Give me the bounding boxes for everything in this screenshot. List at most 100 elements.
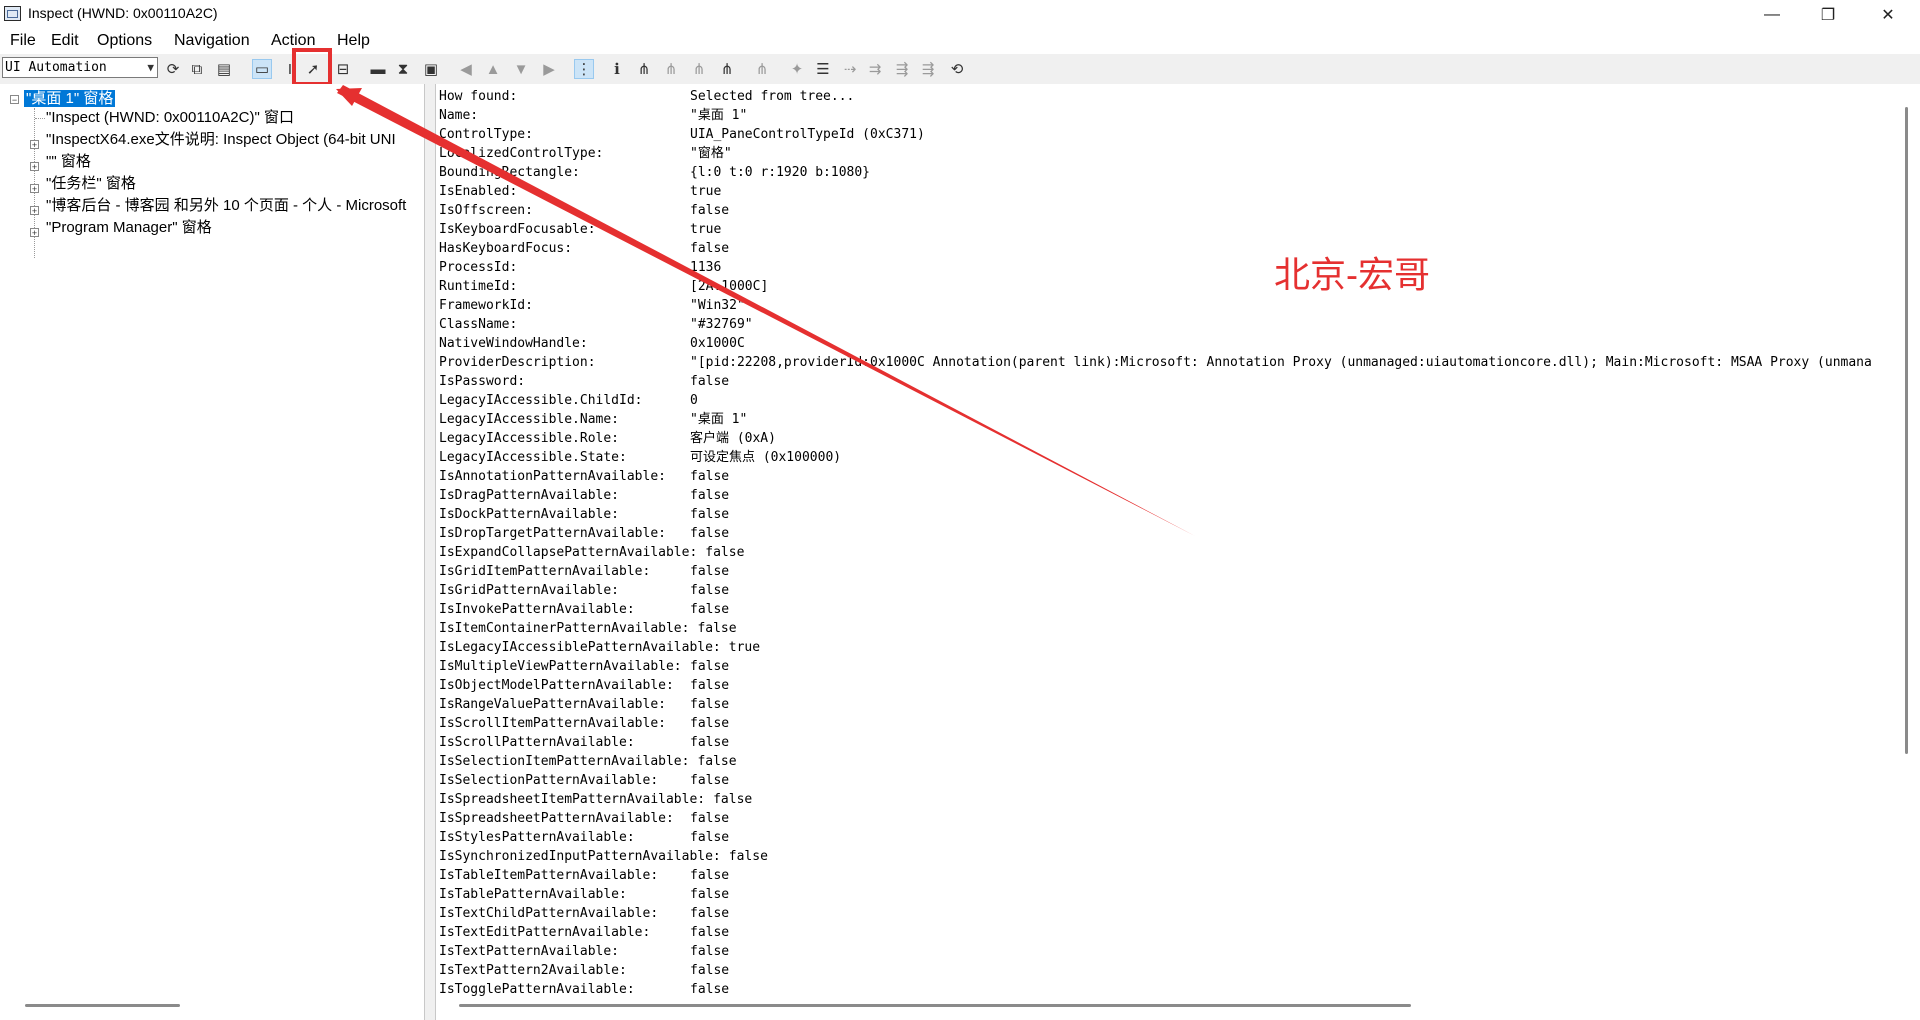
caret-tracking-icon[interactable]: ⇢ bbox=[840, 59, 860, 79]
property-row[interactable]: IsItemContainerPatternAvailable: false bbox=[439, 619, 737, 638]
property-row[interactable]: IsEnabled: true bbox=[439, 182, 721, 201]
expand-icon[interactable]: + bbox=[30, 228, 39, 238]
property-row[interactable]: RuntimeId: [2A.1000C] bbox=[439, 277, 768, 296]
caret-icon[interactable]: ▣ bbox=[421, 59, 441, 79]
property-row[interactable]: IsTablePatternAvailable: false bbox=[439, 885, 729, 904]
tree-node[interactable]: "Program Manager" 窗格 bbox=[46, 218, 212, 238]
property-row[interactable]: HasKeyboardFocus: false bbox=[439, 239, 729, 258]
rectangle-icon[interactable]: ▭ bbox=[252, 59, 272, 79]
property-row[interactable]: IsTextPatternAvailable: false bbox=[439, 942, 729, 961]
tree-node[interactable]: "Inspect (HWND: 0x00110A2C)" 窗口 bbox=[46, 108, 294, 128]
hourglass-icon[interactable]: ⧗ bbox=[393, 59, 413, 79]
expand-icon[interactable]: + bbox=[30, 206, 39, 216]
nav-back-icon[interactable]: ◀ bbox=[456, 59, 476, 79]
refresh-icon[interactable]: ⟳ bbox=[163, 59, 183, 79]
property-row[interactable]: IsLegacyIAccessiblePatternAvailable: true bbox=[439, 638, 760, 657]
property-row[interactable]: IsKeyboardFocusable: true bbox=[439, 220, 721, 239]
tree-horizontal-scrollbar[interactable] bbox=[25, 1004, 180, 1007]
property-row[interactable]: How found: Selected from tree... bbox=[439, 87, 854, 106]
property-row[interactable]: IsSelectionPatternAvailable: false bbox=[439, 771, 729, 790]
properties-vertical-scrollbar[interactable] bbox=[1905, 107, 1908, 754]
tree-node[interactable]: "任务栏" 窗格 bbox=[46, 174, 136, 194]
menu-navigation[interactable]: Navigation bbox=[174, 32, 250, 50]
property-row[interactable]: FrameworkId: "Win32" bbox=[439, 296, 745, 315]
expand-icon[interactable]: + bbox=[30, 162, 39, 172]
property-row[interactable]: IsTextPattern2Available: false bbox=[439, 961, 729, 980]
property-row[interactable]: IsGridItemPatternAvailable: false bbox=[439, 562, 729, 581]
property-row[interactable]: IsAnnotationPatternAvailable: false bbox=[439, 467, 729, 486]
property-row[interactable]: IsDockPatternAvailable: false bbox=[439, 505, 729, 524]
property-row[interactable]: IsTextChildPatternAvailable: false bbox=[439, 904, 729, 923]
property-row[interactable]: Name: "桌面 1" bbox=[439, 106, 747, 125]
properties-horizontal-scrollbar[interactable] bbox=[459, 1004, 1411, 1007]
property-row[interactable]: IsMultipleViewPatternAvailable: false bbox=[439, 657, 729, 676]
refresh-tree-icon[interactable]: ⟲ bbox=[947, 59, 967, 79]
property-row[interactable]: LegacyIAccessible.Name: "桌面 1" bbox=[439, 410, 747, 429]
menu-edit[interactable]: Edit bbox=[51, 32, 79, 50]
menu-help[interactable]: Help bbox=[337, 32, 370, 50]
property-row[interactable]: IsSpreadsheetPatternAvailable: false bbox=[439, 809, 729, 828]
maximize-button[interactable]: ❐ bbox=[1800, 0, 1856, 29]
property-row[interactable]: IsTextEditPatternAvailable: false bbox=[439, 923, 729, 942]
watch-tooltip-icon[interactable]: ⊟ bbox=[333, 59, 353, 79]
focus-tracking-icon[interactable]: ✦ bbox=[787, 59, 807, 79]
properties-icon[interactable]: ▤ bbox=[214, 59, 234, 79]
property-row[interactable]: IsOffscreen: false bbox=[439, 201, 729, 220]
property-row[interactable]: ControlType: UIA_PaneControlTypeId (0xC37… bbox=[439, 125, 925, 144]
close-button[interactable]: ✕ bbox=[1860, 0, 1916, 29]
tree-node[interactable]: "博客后台 - 博客园 和另外 10 个页面 - 个人 - Microsoft bbox=[46, 196, 406, 216]
property-row[interactable]: ClassName: "#32769" bbox=[439, 315, 753, 334]
property-row[interactable]: IsExpandCollapsePatternAvailable: false bbox=[439, 543, 744, 562]
copy-icon[interactable]: ⧉ bbox=[187, 59, 207, 79]
property-row[interactable]: IsSelectionItemPatternAvailable: false bbox=[439, 752, 737, 771]
tree-root-icon[interactable]: ⋔ bbox=[752, 59, 772, 79]
property-row[interactable]: IsDropTargetPatternAvailable: false bbox=[439, 524, 729, 543]
property-row[interactable]: IsDragPatternAvailable: false bbox=[439, 486, 729, 505]
collapse-icon[interactable]: − bbox=[10, 95, 19, 105]
tree-last-icon[interactable]: ⋔ bbox=[717, 59, 737, 79]
property-row[interactable]: IsPassword: false bbox=[439, 372, 729, 391]
tree-node-root[interactable]: "桌面 1" 窗格 bbox=[24, 89, 116, 109]
action-expand-icon[interactable]: ⇶ bbox=[892, 59, 912, 79]
property-row[interactable]: BoundingRectangle: {l:0 t:0 r:1920 b:1080… bbox=[439, 163, 870, 182]
tree-child-icon[interactable]: ⋔ bbox=[661, 59, 681, 79]
element-tree[interactable]: − "桌面 1" 窗格 "Inspect (HWND: 0x00110A2C)"… bbox=[0, 84, 425, 1020]
property-row[interactable]: IsScrollPatternAvailable: false bbox=[439, 733, 729, 752]
property-row[interactable]: IsRangeValuePatternAvailable: false bbox=[439, 695, 729, 714]
nav-parent-icon[interactable]: ▲ bbox=[483, 59, 503, 79]
property-row[interactable]: LocalizedControlType: "窗格" bbox=[439, 144, 732, 163]
property-row[interactable]: LegacyIAccessible.State: 可设定焦点 (0x100000) bbox=[439, 448, 841, 467]
expand-icon[interactable]: + bbox=[30, 184, 39, 194]
property-row[interactable]: IsTableItemPatternAvailable: false bbox=[439, 866, 729, 885]
property-row[interactable]: IsInvokePatternAvailable: false bbox=[439, 600, 729, 619]
nav-next-icon[interactable]: ▶ bbox=[539, 59, 559, 79]
tree-parent-icon[interactable]: ⋔ bbox=[634, 59, 654, 79]
tree-view-icon[interactable]: ⋮ bbox=[574, 59, 594, 79]
menu-file[interactable]: File bbox=[10, 32, 36, 50]
property-row[interactable]: IsTogglePatternAvailable: false bbox=[439, 980, 729, 999]
property-row[interactable]: ProviderDescription: "[pid:22208,provider… bbox=[439, 353, 1872, 372]
property-row[interactable]: ProcessId: 1136 bbox=[439, 258, 721, 277]
nav-first-child-icon[interactable]: ▼ bbox=[511, 59, 531, 79]
property-row[interactable]: IsGridPatternAvailable: false bbox=[439, 581, 729, 600]
property-row[interactable]: IsScrollItemPatternAvailable: false bbox=[439, 714, 729, 733]
highlight-icon[interactable]: ▬ bbox=[368, 59, 388, 79]
action-toggle-icon[interactable]: ⇶ bbox=[918, 59, 938, 79]
property-row[interactable]: IsSynchronizedInputPatternAvailable: fals… bbox=[439, 847, 768, 866]
property-row[interactable]: NativeWindowHandle: 0x1000C bbox=[439, 334, 745, 353]
tree-node[interactable]: "" 窗格 bbox=[46, 152, 91, 172]
expand-icon[interactable]: + bbox=[30, 140, 39, 150]
info-icon[interactable]: ℹ bbox=[607, 59, 627, 79]
property-row[interactable]: LegacyIAccessible.Role: 客户端 (0xA) bbox=[439, 429, 776, 448]
mouse-tracking-icon[interactable]: ☰ bbox=[813, 59, 833, 79]
pane-splitter[interactable] bbox=[425, 84, 435, 1020]
property-row[interactable]: LegacyIAccessible.ChildId: 0 bbox=[439, 391, 698, 410]
action-dot-icon[interactable]: ⇉ bbox=[865, 59, 885, 79]
tree-sibling-icon[interactable]: ⋔ bbox=[689, 59, 709, 79]
property-row[interactable]: IsSpreadsheetItemPatternAvailable: false bbox=[439, 790, 752, 809]
minimize-button[interactable]: — bbox=[1744, 0, 1800, 29]
mode-select[interactable]: UI Automation ▼ bbox=[2, 57, 158, 78]
property-row[interactable]: IsStylesPatternAvailable: false bbox=[439, 828, 729, 847]
properties-pane[interactable]: How found: Selected from tree... Name: "桌面 … bbox=[435, 84, 1920, 1020]
menu-options[interactable]: Options bbox=[97, 32, 152, 50]
